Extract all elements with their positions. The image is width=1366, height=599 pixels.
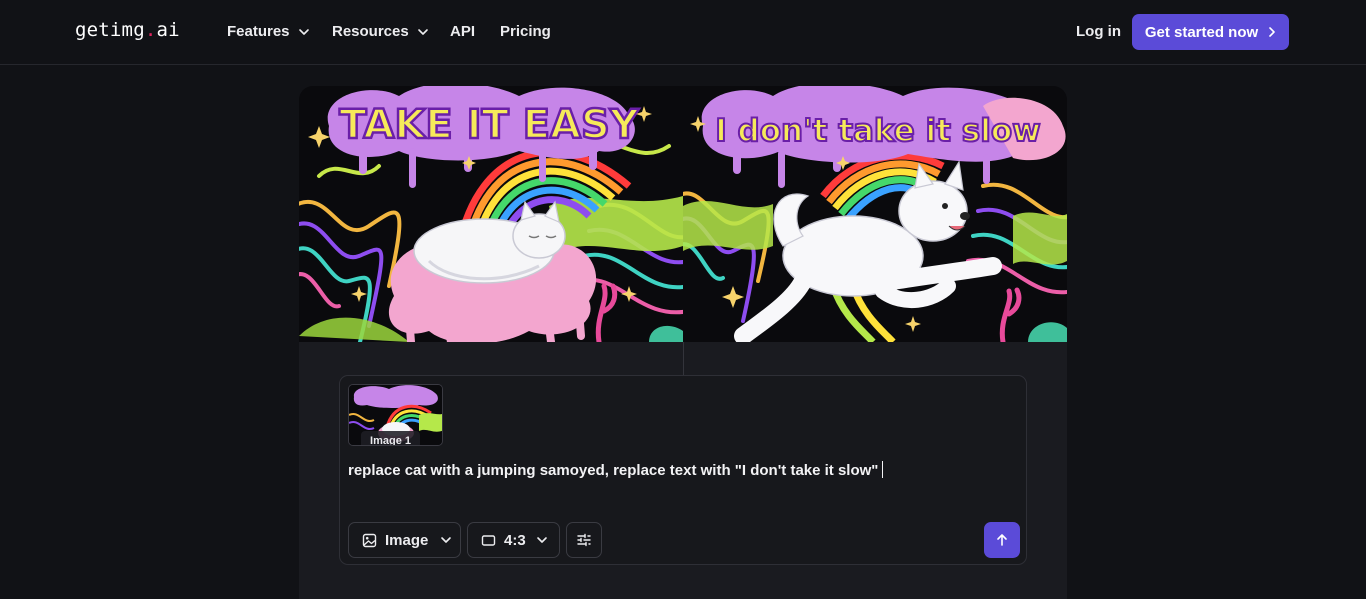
brand-name-tail: ai: [156, 19, 180, 41]
nav-item-api[interactable]: API: [450, 23, 475, 40]
text-caret: [882, 461, 884, 478]
arrow-up-icon: [997, 534, 1007, 546]
attached-image-thumbnail[interactable]: Image 1: [348, 384, 443, 446]
aspect-ratio-select[interactable]: 4:3: [467, 522, 560, 558]
sliders-icon: [577, 533, 591, 547]
prompt-input[interactable]: replace cat with a jumping samoyed, repl…: [348, 461, 884, 479]
psychedelic-samoyed-artwork: I don't take it slow: [683, 86, 1067, 342]
chevron-down-icon: [417, 28, 428, 35]
brand-name-main: getimg: [75, 19, 145, 41]
result-image-original[interactable]: TAKE IT EASY: [299, 86, 683, 342]
left-art-title: TAKE IT EASY: [339, 102, 640, 148]
chevron-down-icon: [536, 537, 547, 543]
get-started-button[interactable]: Get started now: [1132, 14, 1289, 50]
get-started-label: Get started now: [1144, 23, 1259, 41]
attachment-label: Image 1: [361, 431, 420, 445]
result-image-edited[interactable]: I don't take it slow: [683, 86, 1067, 342]
nav-item-resources[interactable]: Resources: [332, 23, 429, 40]
login-link[interactable]: Log in: [1076, 23, 1121, 40]
generate-button[interactable]: [984, 522, 1020, 558]
chevron-down-icon: [298, 28, 309, 35]
nav-item-features-label: Features: [227, 23, 290, 40]
mode-select-label: Image: [385, 531, 429, 549]
nav-item-features[interactable]: Features: [227, 23, 310, 40]
aspect-ratio-label: 4:3: [504, 531, 526, 549]
prompt-box: Image 1 replace cat with a jumping samoy…: [339, 375, 1027, 565]
settings-button[interactable]: [566, 522, 602, 558]
brand-logo[interactable]: getimg.ai: [75, 19, 180, 41]
chevron-right-icon: [1269, 27, 1275, 37]
nav-item-pricing-label: Pricing: [500, 23, 551, 40]
top-navigation: getimg.ai Features Resources API Pricing…: [0, 0, 1366, 65]
nav-item-resources-label: Resources: [332, 23, 409, 40]
prompt-text: replace cat with a jumping samoyed, repl…: [348, 462, 879, 479]
aspect-ratio-icon: [481, 534, 496, 546]
nav-item-api-label: API: [450, 23, 476, 40]
chevron-down-icon: [441, 537, 452, 543]
psychedelic-cat-artwork: TAKE IT EASY: [299, 86, 683, 342]
brand-dot: .: [144, 19, 157, 41]
right-art-title: I don't take it slow: [715, 113, 1041, 149]
mode-select[interactable]: Image: [348, 522, 461, 558]
nav-item-pricing[interactable]: Pricing: [500, 23, 551, 40]
image-divider: [683, 342, 684, 375]
image-icon: [362, 533, 377, 547]
